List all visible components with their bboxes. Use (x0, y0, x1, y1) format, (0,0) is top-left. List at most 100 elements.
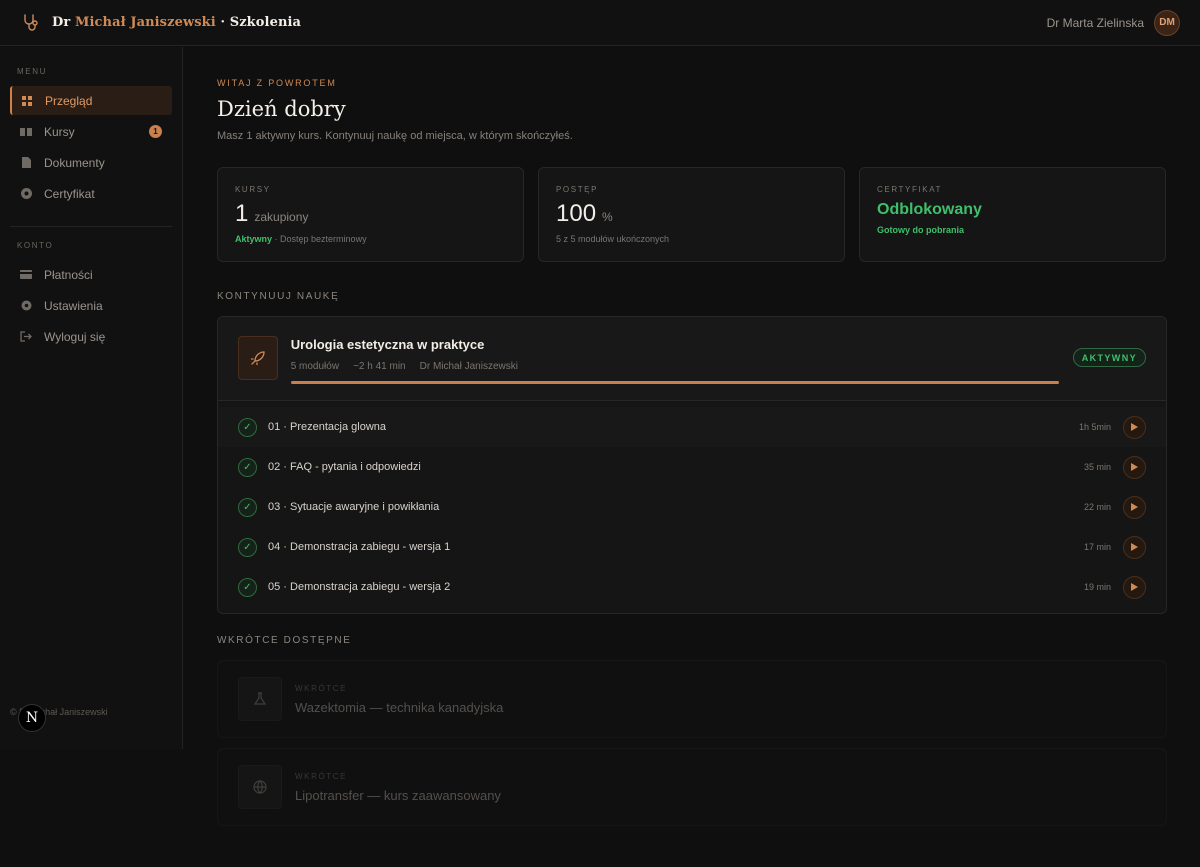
module-row[interactable]: ✓ 04 · Demonstracja zabiegu - wersja 1 17 … (218, 527, 1166, 567)
play-icon (1131, 543, 1138, 551)
main-content: WITAJ Z POWROTEM Dzień dobry Masz 1 akty… (217, 47, 1167, 836)
top-bar: Dr Michał Janiszewski · Szkolenia Dr Mar… (0, 0, 1200, 46)
module-title: 02 · FAQ - pytania i odpowiedzi (268, 461, 421, 473)
course-author: Dr Michał Janiszewski (419, 361, 518, 372)
stats-row: KURSY 1 zakupiony Aktywny · Dostęp bezte… (217, 167, 1167, 262)
page-title: Dzień dobry (217, 97, 346, 121)
module-row[interactable]: ✓ 05 · Demonstracja zabiegu - wersja 2 19 … (218, 567, 1166, 607)
upcoming-title: Wazektomia — technika kanadyjska (295, 699, 504, 715)
courses-count-badge: 1 (149, 125, 162, 138)
sidebar-item-courses[interactable]: Kursy 1 (10, 117, 172, 146)
stat-unit: % (602, 210, 613, 224)
module-duration: 22 min (1083, 502, 1111, 512)
stat-status: Aktywny (235, 234, 273, 244)
stat-note: 5 z 5 modułów ukończonych (556, 234, 670, 244)
upcoming-tag: WKRÓTCE (295, 683, 348, 693)
sidebar-item-label: Certyfikat (44, 186, 95, 201)
check-icon: ✓ (238, 537, 257, 557)
module-row[interactable]: ✓ 01 · Prezentacja glowna 1h 5min (218, 407, 1166, 447)
course-title[interactable]: Urologia estetyczna w praktyce (291, 337, 1059, 352)
avatar[interactable]: DM (1154, 9, 1180, 36)
logout-icon (20, 331, 32, 343)
course-header[interactable]: Urologia estetyczna w praktyce 5 modułów… (218, 317, 1166, 401)
play-icon (1131, 503, 1138, 511)
upcoming-course-card: WKRÓTCE Lipotransfer — kurs zaawansowany (217, 748, 1167, 826)
check-icon: ✓ (238, 417, 257, 437)
upcoming-section-title: WKRÓTCE DOSTĘPNE (217, 635, 352, 646)
menu-section-label: MENU (17, 67, 47, 76)
play-icon (1131, 463, 1138, 471)
brand[interactable]: Dr Michał Janiszewski · Szkolenia (20, 12, 301, 34)
module-row[interactable]: ✓ 03 · Sytuacje awaryjne i powikłania 22 m… (218, 487, 1166, 527)
sidebar: MENU Przegląd Kursy 1 Dokumenty Certyfik… (0, 47, 183, 749)
sidebar-item-label: Wyloguj się (44, 329, 106, 344)
sidebar-item-overview[interactable]: Przegląd (10, 86, 172, 115)
stat-label: CERTYFIKAT (877, 185, 943, 194)
account-section-label: KONTO (17, 241, 54, 250)
module-title: 03 · Sytuacje awaryjne i powikłania (268, 501, 440, 513)
sidebar-divider (10, 226, 172, 227)
stat-label: POSTĘP (556, 185, 599, 194)
certificate-note: Gotowy do pobrania (877, 225, 964, 235)
stat-unit: zakupiony (254, 210, 309, 224)
check-icon: ✓ (238, 497, 257, 517)
sidebar-item-settings[interactable]: Ustawienia (10, 291, 172, 320)
play-button[interactable] (1123, 575, 1146, 599)
module-duration: 17 min (1083, 542, 1111, 552)
course-modules-count: 5 modułów (290, 361, 340, 372)
course-progress-fill (290, 381, 1059, 384)
play-button[interactable] (1123, 415, 1146, 439)
brand-name: Michał Janiszewski (74, 15, 216, 30)
sidebar-item-label: Płatności (44, 267, 93, 282)
gear-icon (20, 300, 32, 312)
play-icon (1131, 423, 1138, 431)
course-progress-bar (290, 381, 1059, 384)
user-name: Dr Marta Zielinska (1046, 15, 1144, 30)
sidebar-item-label: Ustawienia (44, 298, 103, 313)
sidebar-item-documents[interactable]: Dokumenty (10, 148, 172, 177)
module-duration: 1h 5min (1078, 422, 1111, 432)
check-icon: ✓ (238, 457, 257, 477)
page-subtitle: Masz 1 aktywny kurs. Kontynuuj naukę od … (217, 130, 573, 142)
stat-label: KURSY (235, 185, 271, 194)
sidebar-item-logout[interactable]: Wyloguj się (10, 322, 172, 351)
grid-icon (21, 95, 33, 107)
upcoming-list: WKRÓTCE Wazektomia — technika kanadyjska… (217, 660, 1167, 826)
dev-tools-badge[interactable]: N (18, 704, 46, 732)
module-title: 04 · Demonstracja zabiegu - wersja 1 (268, 541, 451, 553)
stat-note-text: · Dostęp bezterminowy (274, 234, 367, 244)
module-row[interactable]: ✓ 02 · FAQ - pytania i odpowiedzi 35 min (218, 447, 1166, 487)
award-icon (20, 188, 32, 200)
sidebar-item-payments[interactable]: Płatności (10, 260, 172, 289)
module-list: ✓ 01 · Prezentacja glowna 1h 5min ✓ 02 · FAQ… (218, 401, 1166, 613)
sidebar-item-certificate[interactable]: Certyfikat (10, 179, 172, 208)
rocket-icon (238, 336, 278, 380)
welcome-eyebrow: WITAJ Z POWROTEM (217, 78, 337, 88)
stat-card-progress: POSTĘP 100 % 5 z 5 modułów ukończonych (538, 167, 845, 262)
credit-card-icon (20, 269, 32, 281)
upcoming-course-card: WKRÓTCE Wazektomia — technika kanadyjska (217, 660, 1167, 738)
play-button[interactable] (1123, 495, 1146, 519)
play-button[interactable] (1123, 535, 1146, 559)
stat-value: 1 (235, 200, 249, 227)
stat-card-courses: KURSY 1 zakupiony Aktywny · Dostęp bezte… (217, 167, 524, 262)
play-button[interactable] (1123, 455, 1146, 479)
user-menu[interactable]: Dr Marta Zielinska DM (1046, 9, 1180, 36)
course-meta: 5 modułów ~2 h 41 min Dr Michał Janiszew… (291, 361, 1059, 372)
sidebar-item-label: Dokumenty (44, 155, 105, 170)
upcoming-tag: WKRÓTCE (295, 771, 348, 781)
course-duration: ~2 h 41 min (353, 361, 406, 372)
module-duration: 35 min (1083, 462, 1111, 472)
continue-section-title: KONTYNUUJ NAUKĘ (217, 291, 340, 302)
stat-value: 100 (556, 200, 597, 227)
module-title: 01 · Prezentacja glowna (268, 421, 387, 433)
stat-card-certificate[interactable]: CERTYFIKAT Odblokowany Gotowy do pobrani… (859, 167, 1166, 262)
course-card: Urologia estetyczna w praktyce 5 modułów… (217, 316, 1167, 614)
stethoscope-icon (20, 12, 42, 34)
play-icon (1131, 583, 1138, 591)
brand-suffix: · Szkolenia (220, 15, 302, 30)
sidebar-item-label: Przegląd (45, 93, 93, 108)
status-badge: AKTYWNY (1072, 348, 1146, 367)
sidebar-item-label: Kursy (44, 124, 75, 139)
module-title: 05 · Demonstracja zabiegu - wersja 2 (268, 581, 451, 593)
